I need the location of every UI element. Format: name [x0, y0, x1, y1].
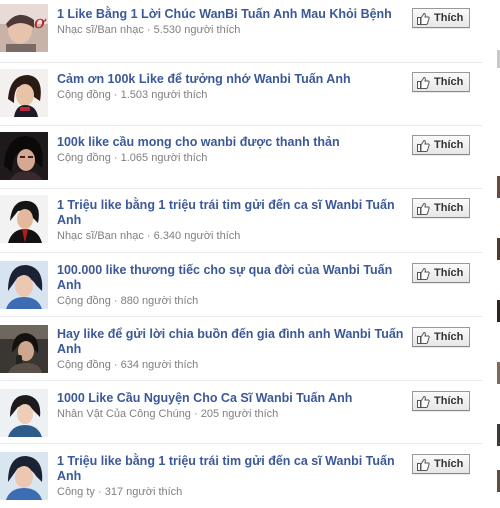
page-title-link[interactable]: Hay like để gửi lời chia buồn đến gia đì…	[57, 327, 409, 357]
page-title-link[interactable]: 100.000 like thương tiếc cho sự qua đời …	[57, 263, 409, 293]
page-avatar[interactable]	[0, 325, 48, 373]
meta-separator: ·	[146, 24, 151, 36]
like-button[interactable]: Thích	[412, 198, 470, 218]
page-category: Cộng đồng	[57, 89, 111, 101]
page-title-link[interactable]: 1 Triệu like bằng 1 triệu trái tim gửi đ…	[57, 198, 409, 228]
like-button[interactable]: Thích	[412, 72, 470, 92]
like-count: 880 người thích	[120, 295, 199, 307]
page-meta: Cộng đồng · 1.065 người thích	[57, 151, 409, 165]
like-button-label: Thích	[434, 12, 464, 24]
like-button[interactable]: Thích	[412, 135, 470, 155]
meta-separator: ·	[113, 152, 118, 164]
like-count: 6.340 người thích	[153, 230, 241, 242]
like-count: 317 người thích	[104, 486, 183, 498]
page-title-link[interactable]: 1 Like Bằng 1 Lời Chúc WanBi Tuấn Anh Ma…	[57, 7, 409, 22]
page-search-results: ơ 1 Like Bằng 1 Lời Chúc WanBi Tuấn Anh …	[0, 0, 482, 508]
result-row: 100.000 like thương tiếc cho sự qua đời …	[0, 253, 482, 317]
page-meta: Công ty · 317 người thích	[57, 485, 409, 499]
meta-separator: ·	[113, 359, 118, 371]
thumbs-up-icon	[417, 267, 430, 280]
result-row: 1 Triệu like bằng 1 triệu trái tim gửi đ…	[0, 189, 482, 253]
page-meta: Nhạc sĩ/Ban nhạc · 5.530 người thích	[57, 23, 409, 37]
like-button[interactable]: Thích	[412, 391, 470, 411]
page-category: Nhân Vật Của Công Chúng	[57, 408, 191, 420]
like-button-label: Thích	[434, 202, 464, 214]
meta-separator: ·	[113, 295, 118, 307]
like-button-label: Thích	[434, 458, 464, 470]
page-meta: Cộng đồng · 880 người thích	[57, 294, 409, 308]
like-button-label: Thích	[434, 331, 464, 343]
result-row: 1000 Like Cầu Nguyện Cho Ca Sĩ Wanbi Tuấ…	[0, 381, 482, 444]
like-button-label: Thích	[434, 395, 464, 407]
page-title-link[interactable]: Cảm ơn 100k Like để tưởng nhớ Wanbi Tuấn…	[57, 72, 409, 87]
page-avatar[interactable]	[0, 452, 48, 500]
result-row: Hay like để gửi lời chia buồn đến gia đì…	[0, 317, 482, 381]
page-avatar[interactable]	[0, 69, 48, 117]
page-category: Công ty	[57, 486, 95, 498]
thumbs-up-icon	[417, 139, 430, 152]
like-count: 634 người thích	[120, 359, 199, 371]
like-button[interactable]: Thích	[412, 8, 470, 28]
right-sidebar-clipped	[487, 0, 500, 508]
page-meta: Cộng đồng · 634 người thích	[57, 358, 409, 372]
thumbs-up-icon	[417, 458, 430, 471]
like-button-label: Thích	[434, 139, 464, 151]
page-meta: Cộng đồng · 1.503 người thích	[57, 88, 409, 102]
page-avatar[interactable]: ơ	[0, 4, 48, 52]
like-count: 1.503 người thích	[120, 89, 208, 101]
page-avatar[interactable]	[0, 389, 48, 437]
result-row: 1 Triệu like bằng 1 triệu trái tim gửi đ…	[0, 444, 482, 508]
page-avatar[interactable]	[0, 195, 48, 243]
like-count: 1.065 người thích	[120, 152, 208, 164]
meta-separator: ·	[194, 408, 198, 420]
meta-separator: ·	[146, 230, 151, 242]
meta-separator: ·	[113, 89, 118, 101]
like-button[interactable]: Thích	[412, 327, 470, 347]
like-button-label: Thích	[434, 76, 464, 88]
result-row: Cảm ơn 100k Like để tưởng nhớ Wanbi Tuấn…	[0, 63, 482, 126]
meta-separator: ·	[97, 486, 102, 498]
thumbs-up-icon	[417, 331, 430, 344]
like-button[interactable]: Thích	[412, 263, 470, 283]
result-row: 100k like cầu mong cho wanbi được thanh …	[0, 126, 482, 189]
page-category: Nhạc sĩ/Ban nhạc	[57, 230, 144, 242]
page-category: Cộng đồng	[57, 295, 111, 307]
page-meta: Nhân Vật Của Công Chúng · 205 người thíc…	[57, 407, 409, 421]
page-category: Nhạc sĩ/Ban nhạc	[57, 24, 144, 36]
thumbs-up-icon	[417, 202, 430, 215]
page-title-link[interactable]: 1 Triệu like bằng 1 triệu trái tim gửi đ…	[57, 454, 409, 484]
page-category: Cộng đồng	[57, 152, 111, 164]
like-button[interactable]: Thích	[412, 454, 470, 474]
thumbs-up-icon	[417, 395, 430, 408]
result-row: ơ 1 Like Bằng 1 Lời Chúc WanBi Tuấn Anh …	[0, 0, 482, 63]
page-avatar[interactable]	[0, 261, 48, 309]
thumbs-up-icon	[417, 76, 430, 89]
like-count: 5.530 người thích	[153, 24, 241, 36]
page-category: Cộng đồng	[57, 359, 111, 371]
page-avatar[interactable]	[0, 132, 48, 180]
like-button-label: Thích	[434, 267, 464, 279]
page-meta: Nhạc sĩ/Ban nhạc · 6.340 người thích	[57, 229, 409, 243]
page-title-link[interactable]: 100k like cầu mong cho wanbi được thanh …	[57, 135, 409, 150]
thumbs-up-icon	[417, 12, 430, 25]
like-count: 205 người thích	[200, 408, 279, 420]
page-title-link[interactable]: 1000 Like Cầu Nguyện Cho Ca Sĩ Wanbi Tuấ…	[57, 391, 409, 406]
